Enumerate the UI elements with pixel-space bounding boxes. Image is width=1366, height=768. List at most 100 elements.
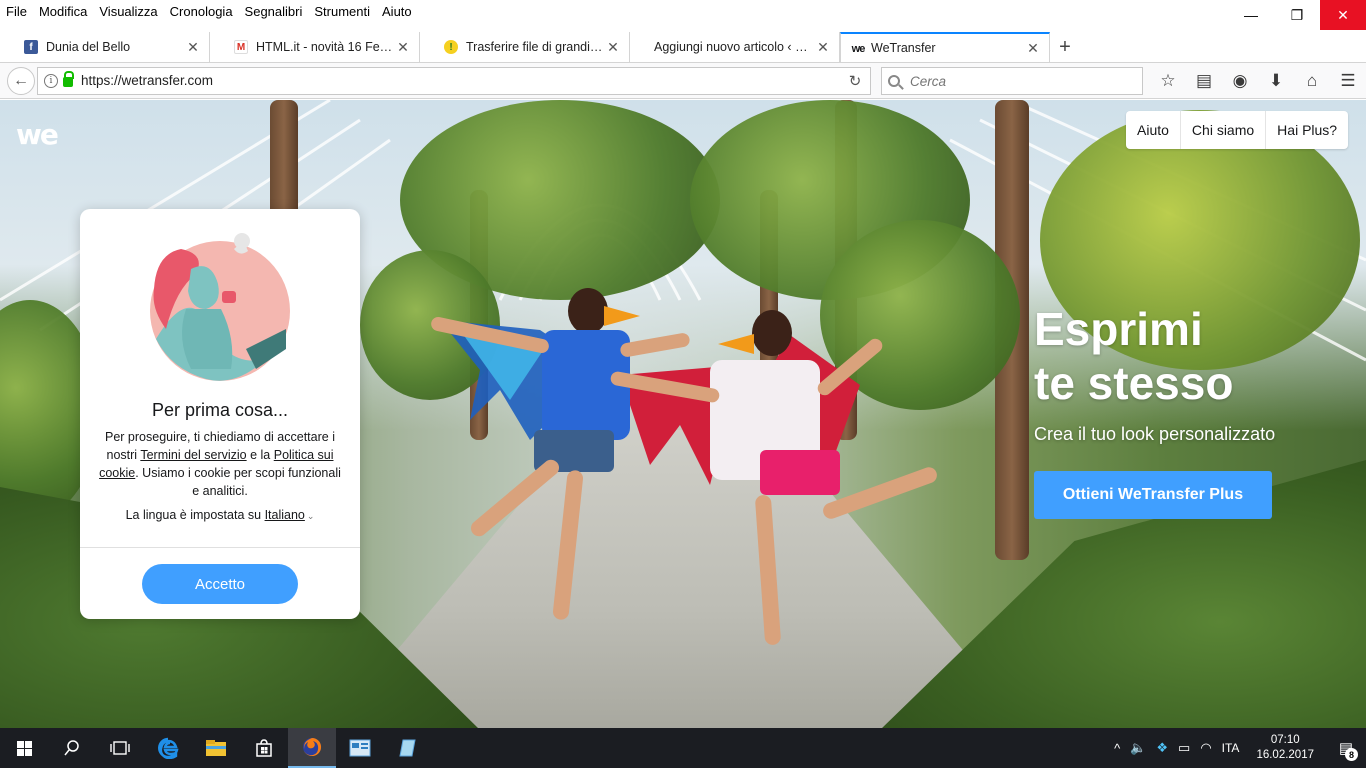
- menu-aiuto[interactable]: Aiuto: [376, 4, 418, 19]
- site-top-nav: Aiuto Chi siamo Hai Plus?: [1126, 111, 1349, 149]
- card-divider: [80, 547, 360, 548]
- windows-start-icon[interactable]: [0, 728, 48, 768]
- search-bar[interactable]: [881, 67, 1143, 95]
- person-drinking-illustration: [150, 233, 290, 381]
- app-glyph: [349, 739, 371, 757]
- dropbox-icon[interactable]: ❖: [1151, 740, 1173, 756]
- tab-label: WeTransfer: [871, 41, 936, 55]
- info-badge-icon: !: [444, 40, 458, 54]
- edge-glyph: [158, 737, 179, 759]
- notification-count-badge: 8: [1345, 748, 1358, 761]
- hero-subtitle: Crea il tuo look personalizzato: [1034, 424, 1276, 444]
- gmail-icon: M: [234, 40, 248, 54]
- folder-glyph: [206, 740, 226, 756]
- menu-cronologia[interactable]: Cronologia: [164, 4, 239, 19]
- terms-of-service-link[interactable]: Termini del servizio: [140, 448, 246, 462]
- get-plus-button[interactable]: Ottieni WeTransfer Plus: [1034, 471, 1272, 519]
- language-line: La lingua è impostata su Italiano ⌄: [80, 508, 360, 522]
- edge-icon[interactable]: [144, 728, 192, 768]
- close-icon[interactable]: ✕: [605, 39, 621, 56]
- menu-segnalibri[interactable]: Segnalibri: [239, 4, 309, 19]
- menu-visualizza[interactable]: Visualizza: [93, 4, 163, 19]
- wifi-icon[interactable]: ◠: [1195, 740, 1216, 756]
- close-icon[interactable]: ✕: [815, 39, 831, 56]
- tab-wetransfer[interactable]: we WeTransfer ✕: [840, 32, 1050, 62]
- language-indicator[interactable]: ITA: [1217, 741, 1245, 755]
- toolbar-icons: ☆ ▤ ◉ ⬇ ⌂ ☰: [1150, 67, 1366, 95]
- pocket-icon[interactable]: ◉: [1222, 67, 1258, 95]
- tab-label: Trasferire file di grandi di...: [466, 40, 605, 54]
- search-icon: [888, 75, 900, 87]
- info-icon[interactable]: i: [44, 73, 58, 88]
- download-icon[interactable]: ⬇: [1258, 67, 1294, 95]
- menu-modifica[interactable]: Modifica: [33, 4, 93, 19]
- reload-button[interactable]: ↻: [840, 67, 870, 95]
- nav-chi-siamo[interactable]: Chi siamo: [1181, 111, 1267, 149]
- hero-title-line-1: Esprimi: [1034, 303, 1203, 355]
- bird-beak: [718, 334, 754, 354]
- home-icon[interactable]: ⌂: [1294, 67, 1330, 95]
- system-tray: ^ 🔈 ❖ ▭ ◠ ITA 07:10 16.02.2017 ▤ 8: [1109, 728, 1366, 768]
- leg: [552, 469, 584, 621]
- bird-beak: [604, 306, 640, 326]
- maximize-button[interactable]: ❐: [1274, 0, 1320, 30]
- lock-icon[interactable]: [63, 71, 74, 87]
- tab-bar: f Dunia del Bello ✕ M HTML.it - novità 1…: [0, 32, 1366, 62]
- tray-chevron-icon[interactable]: ^: [1109, 741, 1125, 756]
- tab-label: Dunia del Bello: [46, 40, 131, 54]
- tab-label: HTML.it - novità 16 Febbr...: [256, 40, 395, 54]
- girl-head: [752, 310, 792, 356]
- library-icon[interactable]: ▤: [1186, 67, 1222, 95]
- menu-file[interactable]: File: [0, 4, 33, 19]
- girl-white: [609, 300, 940, 670]
- store-icon[interactable]: [240, 728, 288, 768]
- consent-text: Per proseguire, ti chiediamo di accettar…: [96, 428, 344, 500]
- search-input[interactable]: [910, 73, 1130, 89]
- task-view-icon[interactable]: [96, 728, 144, 768]
- hamburger-menu-icon[interactable]: ☰: [1330, 67, 1366, 95]
- file-explorer-icon[interactable]: [192, 728, 240, 768]
- nav-aiuto[interactable]: Aiuto: [1126, 111, 1181, 149]
- firefox-icon[interactable]: [288, 728, 336, 768]
- accept-button[interactable]: Accetto: [142, 564, 298, 604]
- menu-strumenti[interactable]: Strumenti: [308, 4, 376, 19]
- clock-time: 07:10: [1270, 734, 1300, 746]
- menu-bar: File Modifica Visualizza Cronologia Segn…: [0, 0, 1366, 22]
- consent-text-part-3: . Usiamo i cookie per scopi funzionali e…: [135, 466, 341, 498]
- close-icon[interactable]: ✕: [395, 39, 411, 56]
- clock[interactable]: 07:10 16.02.2017: [1244, 733, 1326, 763]
- nav-hai-plus[interactable]: Hai Plus?: [1266, 111, 1348, 149]
- tab-html-it[interactable]: M HTML.it - novità 16 Febbr... ✕: [210, 32, 420, 62]
- close-window-button[interactable]: ✕: [1320, 0, 1366, 30]
- language-selector[interactable]: Italiano: [265, 508, 305, 522]
- page-content: we Aiuto Chi siamo Hai Plus? Esprimi te …: [0, 100, 1366, 728]
- tab-aggiungi-articolo[interactable]: Aggiungi nuovo articolo ‹ ETi... ✕: [630, 32, 840, 62]
- app-icon[interactable]: [336, 728, 384, 768]
- arm: [814, 335, 886, 399]
- store-glyph: [256, 739, 272, 757]
- volume-icon[interactable]: 🔈: [1125, 740, 1151, 756]
- notes-icon[interactable]: [384, 728, 432, 768]
- wetransfer-logo[interactable]: we: [16, 118, 59, 151]
- close-icon[interactable]: ✕: [185, 39, 201, 56]
- tab-trasferire[interactable]: ! Trasferire file di grandi di... ✕: [420, 32, 630, 62]
- chevron-down-icon[interactable]: ⌄: [307, 511, 315, 521]
- notes-glyph: [399, 739, 416, 757]
- minimize-button[interactable]: —: [1228, 0, 1274, 30]
- url-input[interactable]: [81, 73, 781, 88]
- battery-icon[interactable]: ▭: [1173, 740, 1195, 756]
- new-tab-button[interactable]: +: [1050, 32, 1080, 62]
- close-icon[interactable]: ✕: [1025, 40, 1041, 57]
- wetransfer-icon: we: [851, 43, 866, 55]
- bookmark-star-icon[interactable]: ☆: [1150, 67, 1186, 95]
- pink-shorts: [760, 450, 840, 495]
- girl-head: [568, 288, 608, 334]
- notification-center-icon[interactable]: ▤ 8: [1326, 728, 1366, 768]
- search-icon-glyph: [64, 740, 79, 756]
- search-icon[interactable]: [48, 728, 96, 768]
- tab-dunia[interactable]: f Dunia del Bello ✕: [0, 32, 210, 62]
- back-button[interactable]: ←: [7, 66, 35, 95]
- url-bar[interactable]: i: [37, 66, 871, 95]
- tab-label: Aggiungi nuovo articolo ‹ ETi...: [654, 40, 815, 54]
- windows-taskbar: ^ 🔈 ❖ ▭ ◠ ITA 07:10 16.02.2017 ▤ 8: [0, 728, 1366, 768]
